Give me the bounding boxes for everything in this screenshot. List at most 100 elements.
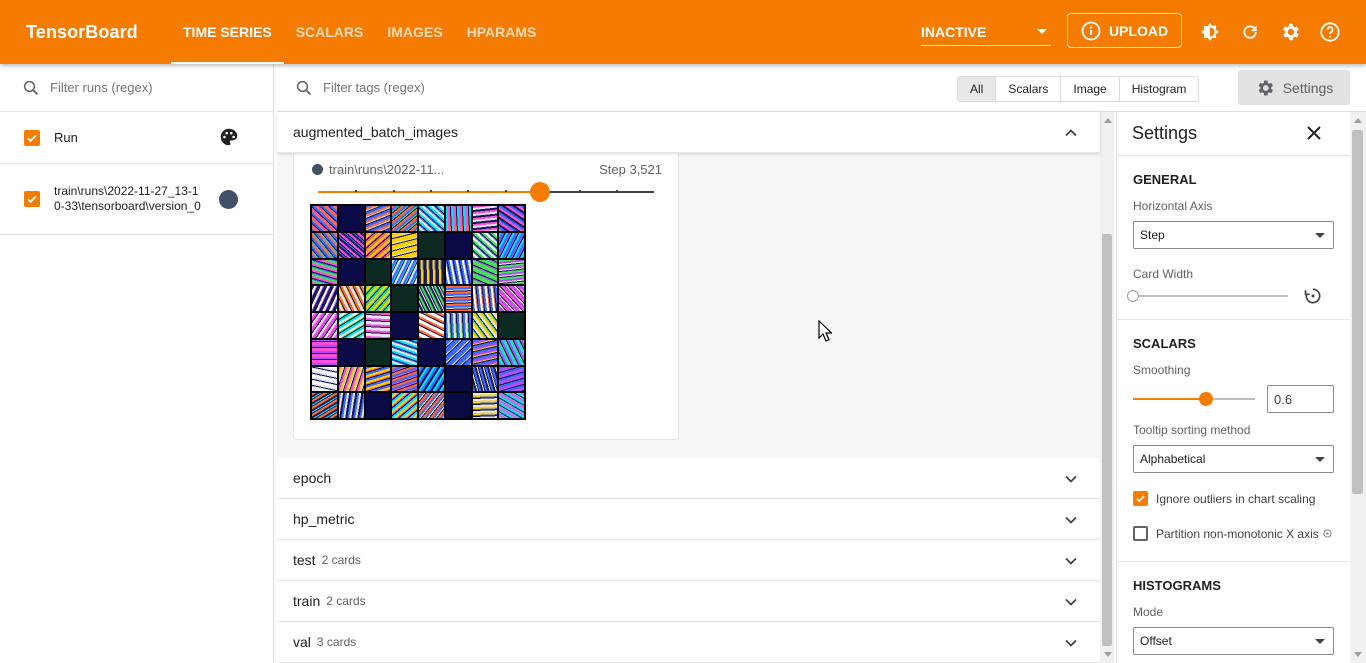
tab-hparams[interactable]: HPARAMS — [455, 0, 549, 64]
image-tile — [365, 313, 391, 338]
group-header-hp-metric[interactable]: hp_metric — [277, 499, 1100, 540]
image-tile — [392, 393, 417, 418]
filter-histogram-button[interactable]: Histogram — [1118, 77, 1199, 101]
tab-images[interactable]: IMAGES — [375, 0, 454, 64]
group-header-expanded[interactable]: augmented_batch_images — [277, 112, 1100, 153]
run-color-swatch[interactable] — [219, 190, 238, 209]
group-name: epoch — [293, 470, 332, 486]
scrollbar-thumb[interactable] — [1102, 234, 1112, 646]
group-name: test — [293, 552, 316, 568]
runs-filter-placeholder: Filter runs (regex) — [50, 80, 153, 95]
image-tile — [472, 339, 498, 365]
image-tile — [392, 286, 417, 311]
tab-scalars[interactable]: SCALARS — [284, 0, 376, 64]
image-tile — [392, 339, 417, 365]
partition-option[interactable]: Partition non-monotonic X axis — [1133, 526, 1334, 541]
step-slider[interactable] — [318, 182, 654, 202]
scalars-section-title: SCALARS — [1133, 336, 1196, 351]
settings-toggle-button[interactable]: Settings — [1238, 70, 1350, 105]
theme-toggle-icon[interactable] — [1198, 20, 1222, 44]
scrollbar-thumb[interactable] — [1352, 130, 1363, 494]
histogram-mode-select[interactable]: Offset — [1133, 627, 1334, 655]
image-tile — [472, 286, 498, 311]
mouse-cursor-icon — [818, 320, 832, 342]
app-title: TensorBoard — [26, 21, 138, 42]
smoothing-thumb[interactable] — [1199, 392, 1214, 406]
inactive-plugins-select[interactable]: INACTIVE — [921, 18, 1051, 46]
partition-checkbox[interactable] — [1133, 526, 1148, 541]
main-content: augmented_batch_images train\runs\2022-1… — [277, 112, 1100, 663]
reset-icon[interactable] — [1303, 286, 1323, 306]
card-width-label: Card Width — [1133, 267, 1194, 281]
top-app-bar: TensorBoard TIME SERIES SCALARS IMAGES H… — [0, 0, 1366, 64]
chevron-down-icon — [1065, 598, 1077, 606]
histograms-section-title: HISTOGRAMS — [1133, 578, 1221, 593]
card-width-thumb[interactable] — [1127, 290, 1139, 302]
ignore-outliers-checkbox[interactable] — [1133, 491, 1148, 506]
scroll-down-arrow[interactable] — [1354, 652, 1362, 657]
runs-filter[interactable]: Filter runs (regex) — [0, 64, 273, 112]
card-width-slider[interactable] — [1127, 289, 1288, 303]
group-header-test[interactable]: test 2 cards — [277, 540, 1100, 581]
chevron-down-icon — [1315, 639, 1325, 644]
image-tile — [365, 232, 391, 258]
tags-filter[interactable]: Filter tags (regex) — [277, 64, 1366, 112]
image-tile — [445, 232, 471, 258]
image-tile — [419, 393, 444, 418]
settings-scrollbar[interactable] — [1350, 112, 1366, 663]
image-tile — [419, 232, 444, 258]
image-tile — [472, 232, 498, 258]
step-slider-thumb[interactable] — [529, 182, 550, 202]
tooltip-sort-select[interactable]: Alphabetical — [1133, 445, 1334, 473]
image-tile — [499, 313, 524, 338]
image-tile — [499, 259, 524, 285]
scalars-section: SCALARS Smoothing 0.6 Tooltip sorting me… — [1117, 320, 1350, 562]
help-icon[interactable] — [1318, 20, 1342, 44]
card-run-label: train\runs\2022-11... — [312, 162, 444, 177]
gear-icon[interactable] — [1278, 20, 1302, 44]
scroll-down-arrow[interactable] — [1104, 652, 1112, 657]
upload-button[interactable]: UPLOAD — [1067, 13, 1182, 48]
plugin-tabs: TIME SERIES SCALARS IMAGES HPARAMS — [171, 0, 548, 64]
run-checkbox[interactable] — [24, 191, 40, 207]
smoothing-slider[interactable] — [1133, 392, 1255, 406]
image-tile — [499, 393, 524, 418]
image-tile — [392, 313, 417, 338]
main-scrollbar[interactable] — [1100, 112, 1114, 663]
run-column-header: Run — [54, 130, 78, 145]
filter-scalars-button[interactable]: Scalars — [995, 77, 1060, 101]
tab-time-series[interactable]: TIME SERIES — [171, 0, 284, 64]
image-tile — [499, 366, 524, 392]
ignore-outliers-option[interactable]: Ignore outliers in chart scaling — [1133, 491, 1334, 506]
image-tile — [338, 286, 364, 311]
settings-panel: Settings GENERAL Horizontal Axis Step Ca… — [1116, 112, 1350, 663]
image-tile — [338, 393, 364, 418]
image-tile — [419, 366, 444, 392]
image-tile — [392, 206, 417, 231]
filter-all-button[interactable]: All — [958, 77, 996, 101]
close-icon[interactable] — [1306, 125, 1322, 141]
image-tile — [499, 206, 524, 231]
horizontal-axis-label: Horizontal Axis — [1133, 199, 1213, 213]
group-header-epoch[interactable]: epoch — [277, 458, 1100, 499]
group-header-val[interactable]: val 3 cards — [277, 622, 1100, 663]
step-tick — [505, 190, 507, 192]
refresh-icon[interactable] — [1238, 20, 1262, 44]
group-header-train[interactable]: train 2 cards — [277, 581, 1100, 622]
horizontal-axis-select[interactable]: Step — [1133, 221, 1334, 249]
image-tile — [365, 339, 391, 365]
image-tile — [445, 286, 471, 311]
card-type-filter: All Scalars Image Histogram — [957, 76, 1200, 102]
filter-image-button[interactable]: Image — [1060, 77, 1118, 101]
scroll-up-arrow[interactable] — [1104, 118, 1112, 123]
histogram-mode-value: Offset — [1140, 634, 1172, 648]
image-tile — [445, 206, 471, 231]
palette-icon[interactable] — [218, 126, 240, 151]
scroll-up-arrow[interactable] — [1354, 118, 1362, 123]
select-all-checkbox[interactable] — [24, 129, 40, 146]
step-tick — [467, 190, 469, 192]
batch-image-grid[interactable] — [310, 204, 526, 420]
help-icon[interactable] — [1323, 529, 1332, 538]
chevron-down-icon — [1065, 639, 1077, 647]
smoothing-input[interactable]: 0.6 — [1267, 385, 1334, 413]
